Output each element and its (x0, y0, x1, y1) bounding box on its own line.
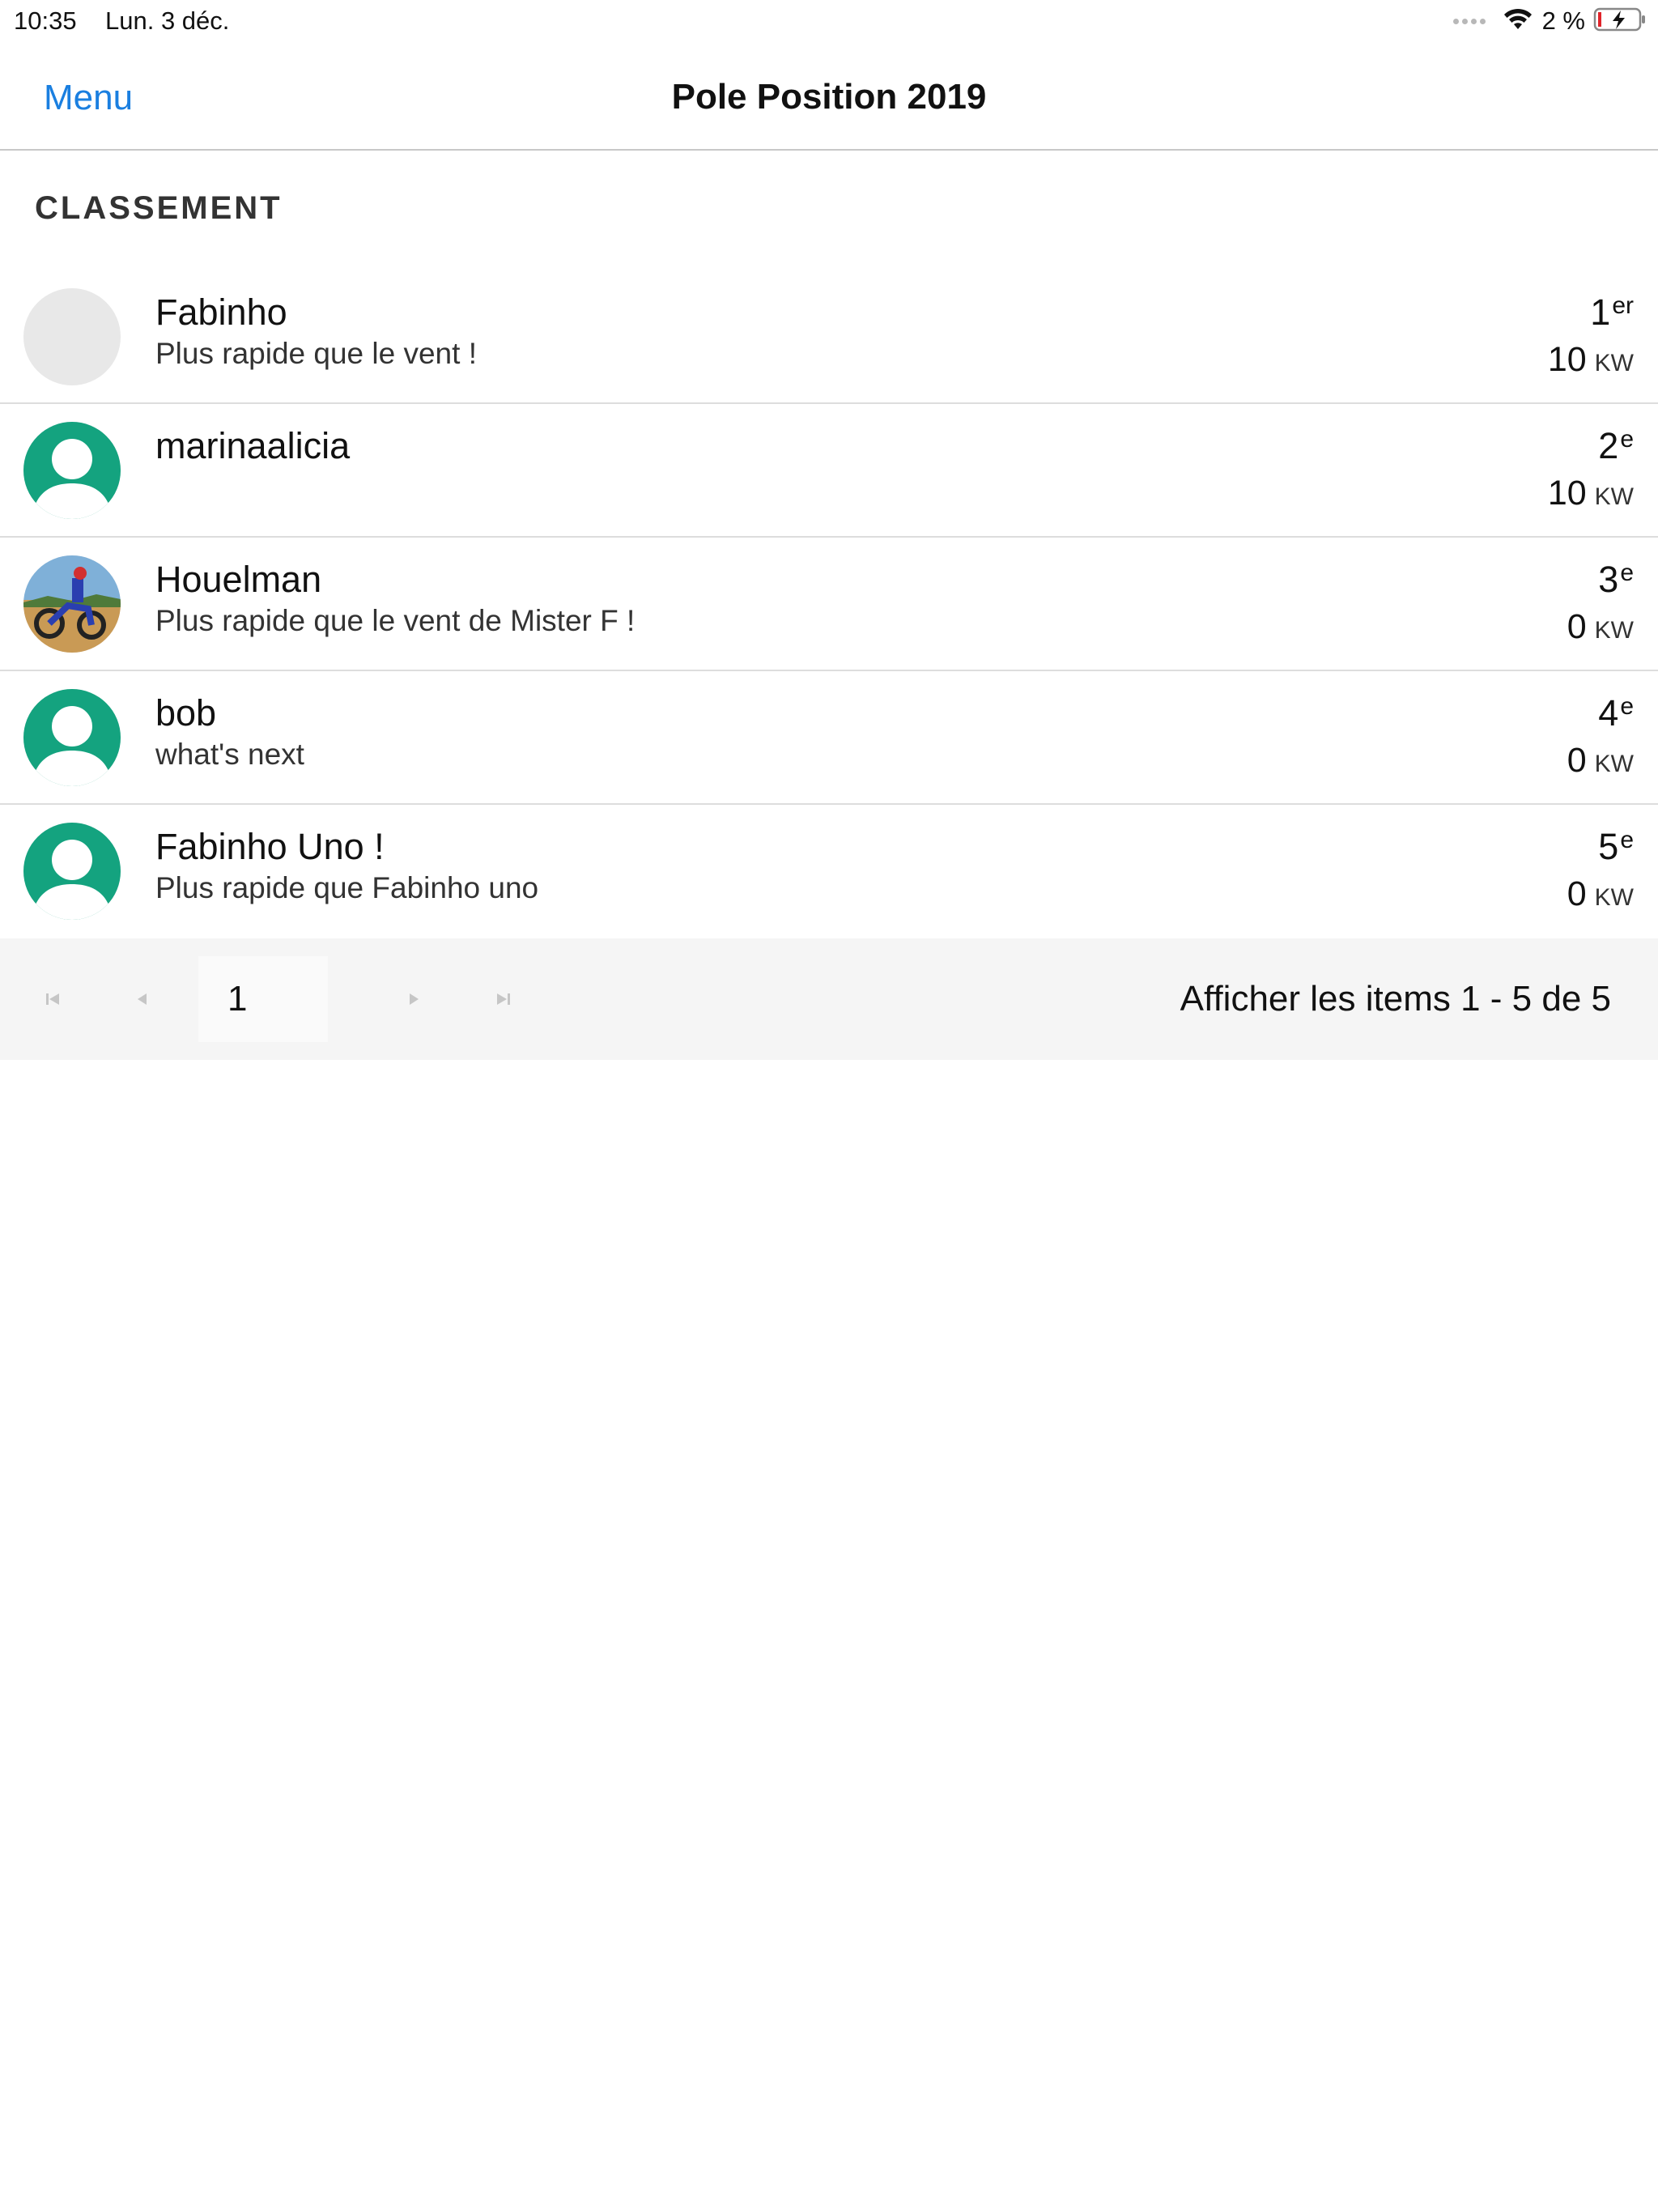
ranking-list: Fabinho Plus rapide que le vent ! 1er 10… (0, 270, 1658, 938)
user-photo-avatar (23, 555, 121, 653)
first-page-button[interactable] (24, 971, 81, 1027)
rank-position: 1er (1590, 291, 1634, 334)
score-value: 0 (1567, 741, 1587, 780)
avatar-placeholder (23, 288, 121, 385)
last-page-button[interactable] (475, 971, 532, 1027)
rank-number: 5 (1598, 826, 1619, 867)
score: 10 KW (1548, 340, 1634, 380)
rank-number: 3 (1598, 559, 1619, 600)
rank-position: 5e (1598, 826, 1634, 868)
ranking-row[interactable]: Fabinho Uno ! Plus rapide que Fabinho un… (0, 805, 1658, 938)
next-page-icon (410, 993, 419, 1005)
section-heading: CLASSEMENT (35, 190, 283, 226)
previous-page-button[interactable] (114, 971, 171, 1027)
battery-percent: 2 % (1541, 6, 1585, 35)
score: 0 KW (1567, 607, 1634, 647)
ranking-row[interactable]: Houelman Plus rapide que le vent de Mist… (0, 538, 1658, 671)
player-name: Houelman (155, 559, 322, 600)
page-title: Pole Position 2019 (671, 77, 987, 117)
rank-position: 4e (1598, 692, 1634, 734)
player-name: Fabinho (155, 291, 287, 333)
score-unit: KW (1594, 617, 1634, 644)
next-page-button[interactable] (385, 971, 442, 1027)
rank-suffix: er (1612, 292, 1634, 319)
status-time: 10:35 (14, 6, 77, 35)
ranking-row[interactable]: marinaalicia 2e 10 KW (0, 404, 1658, 538)
pager-info: Afficher les items 1 - 5 de 5 (1180, 979, 1611, 1019)
score-unit: KW (1594, 483, 1634, 510)
player-tagline: what's next (155, 738, 304, 771)
player-tagline: Plus rapide que Fabinho uno (155, 871, 539, 904)
first-page-icon (46, 993, 59, 1005)
default-user-avatar-icon (23, 823, 121, 920)
score-value: 10 (1547, 340, 1587, 379)
player-name: Fabinho Uno ! (155, 826, 385, 867)
last-page-icon (497, 993, 510, 1005)
battery-charging-icon (1593, 6, 1647, 36)
navigation-bar: Menu Pole Position 2019 (0, 42, 1658, 151)
score-unit: KW (1594, 751, 1634, 777)
rank-number: 4 (1598, 692, 1619, 734)
status-date: Lun. 3 déc. (105, 6, 230, 35)
default-user-avatar-icon (23, 422, 121, 519)
rank-suffix: e (1620, 693, 1634, 720)
rank-number: 2 (1598, 425, 1619, 466)
score-value: 0 (1567, 607, 1587, 646)
player-tagline: Plus rapide que le vent ! (155, 337, 477, 370)
previous-page-icon (138, 993, 147, 1005)
status-bar: 10:35 Lun. 3 déc. 2 % (0, 0, 1658, 42)
score: 0 KW (1567, 741, 1634, 781)
status-indicators: 2 % (1452, 5, 1647, 37)
rank-suffix: e (1620, 426, 1634, 453)
pager: 1 Afficher les items 1 - 5 de 5 (0, 938, 1658, 1060)
player-name: bob (155, 692, 217, 734)
score-unit: KW (1594, 350, 1634, 376)
player-tagline: Plus rapide que le vent de Mister F ! (155, 604, 636, 637)
default-user-avatar-icon (23, 689, 121, 786)
current-page-indicator[interactable]: 1 (198, 956, 328, 1042)
score-value: 0 (1567, 874, 1587, 913)
rank-position: 3e (1598, 559, 1634, 601)
score-unit: KW (1594, 884, 1634, 911)
rank-position: 2e (1598, 425, 1634, 467)
score-value: 10 (1547, 474, 1587, 513)
ranking-row[interactable]: Fabinho Plus rapide que le vent ! 1er 10… (0, 270, 1658, 404)
rank-suffix: e (1620, 559, 1634, 586)
cellular-signal-icon (1452, 18, 1486, 24)
score: 0 KW (1567, 874, 1634, 914)
score: 10 KW (1548, 474, 1634, 513)
wifi-icon (1502, 7, 1534, 36)
ranking-row[interactable]: bob what's next 4e 0 KW (0, 671, 1658, 805)
rank-number: 1 (1590, 291, 1611, 333)
player-name: marinaalicia (155, 425, 351, 466)
rank-suffix: e (1620, 827, 1634, 853)
